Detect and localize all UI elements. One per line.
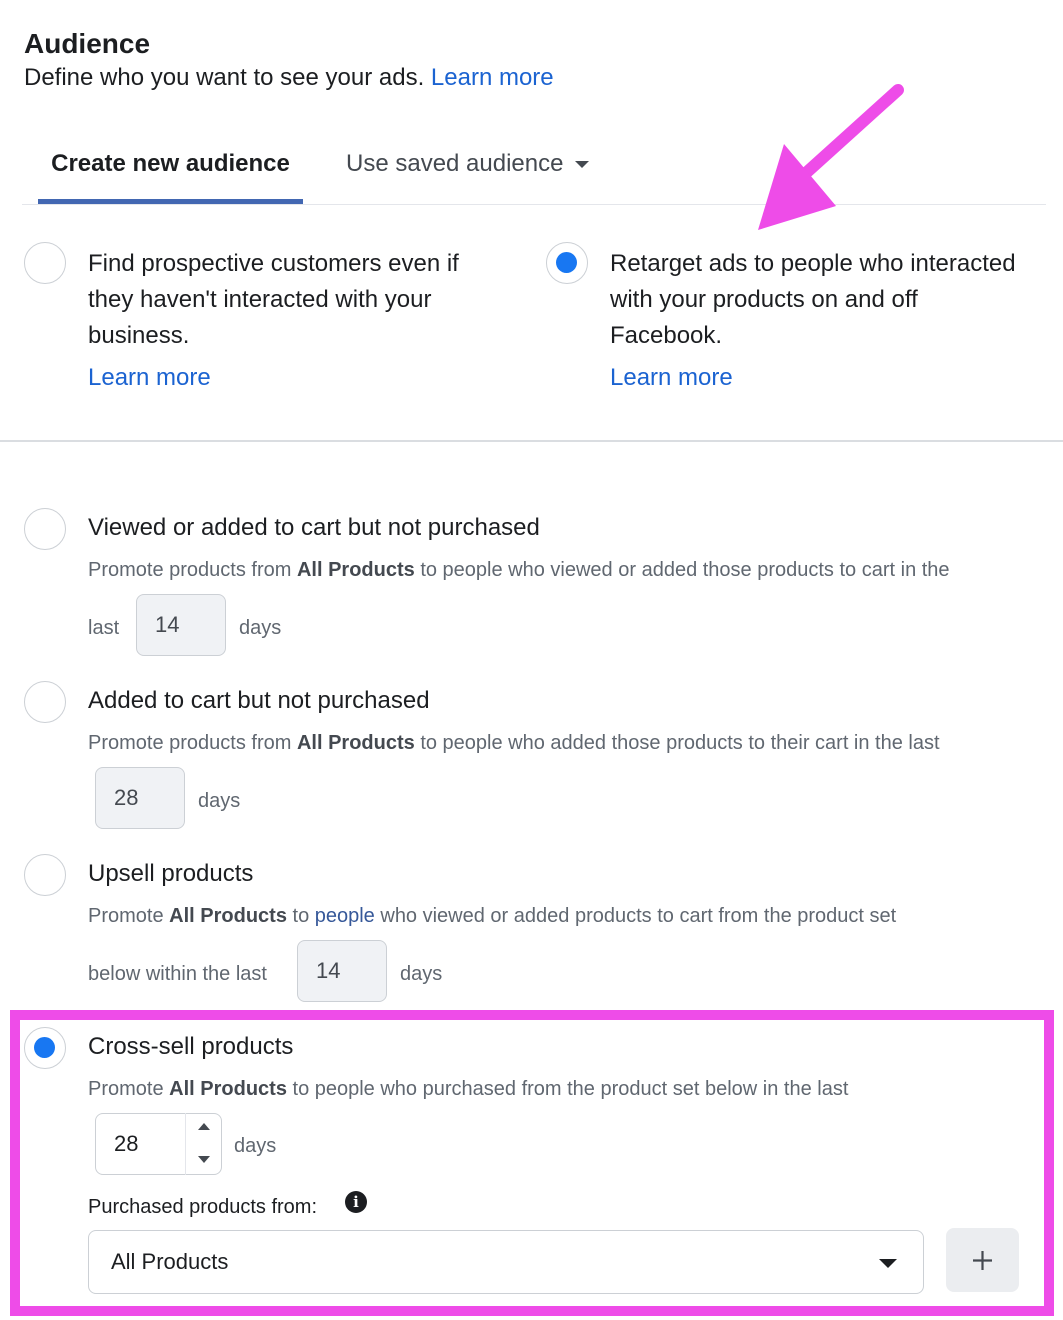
retarget-learn-more-link[interactable]: Learn more — [610, 364, 733, 392]
desc-people-link[interactable]: people — [315, 905, 375, 927]
option-viewed-added-days-unit: days — [239, 617, 282, 639]
option-viewed-added-title: Viewed or added to cart but not purchase… — [88, 514, 540, 541]
option-added-cart-radio[interactable] — [24, 681, 66, 723]
prospect-radio[interactable] — [24, 242, 66, 284]
section-divider — [0, 440, 1063, 442]
option-viewed-added-days-input[interactable]: 14 — [136, 594, 226, 656]
desc-text: Promote products from — [88, 732, 297, 754]
option-upsell-title: Upsell products — [88, 860, 254, 887]
section-subtitle: Define who you want to see your ads. Lea… — [24, 64, 554, 92]
option-upsell-line2: below within the last — [88, 963, 267, 985]
caret-down-icon — [575, 161, 590, 169]
desc-text: to people who added those products to th… — [414, 732, 940, 754]
retarget-radio[interactable] — [546, 242, 588, 284]
annotation-arrow-icon — [758, 84, 904, 230]
desc-product-set: All Products — [296, 559, 415, 581]
prospect-description: Find prospective customers even if they … — [88, 250, 459, 349]
desc-text: who viewed or added products to cart fro… — [374, 905, 897, 927]
option-viewed-added-line2: last — [88, 617, 120, 639]
tab-use-saved-audience-label: Use saved audience — [346, 150, 564, 177]
prospect-learn-more-link[interactable]: Learn more — [88, 364, 211, 392]
desc-text: Promote products from — [88, 559, 297, 581]
section-title: Audience — [24, 28, 151, 59]
option-upsell-days-input[interactable]: 14 — [297, 940, 387, 1002]
annotation-highlight-box — [10, 1010, 1054, 1316]
tab-create-new-audience[interactable]: Create new audience — [38, 150, 303, 178]
option-added-cart-description: Promote products from All Products to pe… — [88, 732, 940, 755]
option-viewed-added-radio[interactable] — [24, 508, 66, 550]
option-added-cart-days-input[interactable]: 28 — [95, 767, 185, 829]
desc-product-set: All Products — [296, 732, 415, 754]
option-added-cart-days-unit: days — [198, 790, 241, 812]
desc-text: to — [286, 905, 315, 927]
header-learn-more-link[interactable]: Learn more — [431, 64, 554, 91]
option-added-cart-title: Added to cart but not purchased — [88, 687, 430, 714]
option-upsell-radio[interactable] — [24, 854, 66, 896]
retarget-description: Retarget ads to people who interacted wi… — [610, 250, 1016, 349]
option-upsell-days-unit: days — [400, 963, 443, 985]
desc-product-set: All Products — [169, 905, 287, 927]
subtitle-text: Define who you want to see your ads. — [24, 64, 425, 91]
desc-text: Promote — [88, 905, 170, 927]
option-upsell-description: Promote All Products to people who viewe… — [88, 905, 896, 928]
desc-text: to people who viewed or added those prod… — [414, 559, 950, 581]
tab-use-saved-audience[interactable]: Use saved audience — [346, 150, 590, 178]
option-viewed-added-description: Promote products from All Products to pe… — [88, 559, 950, 582]
